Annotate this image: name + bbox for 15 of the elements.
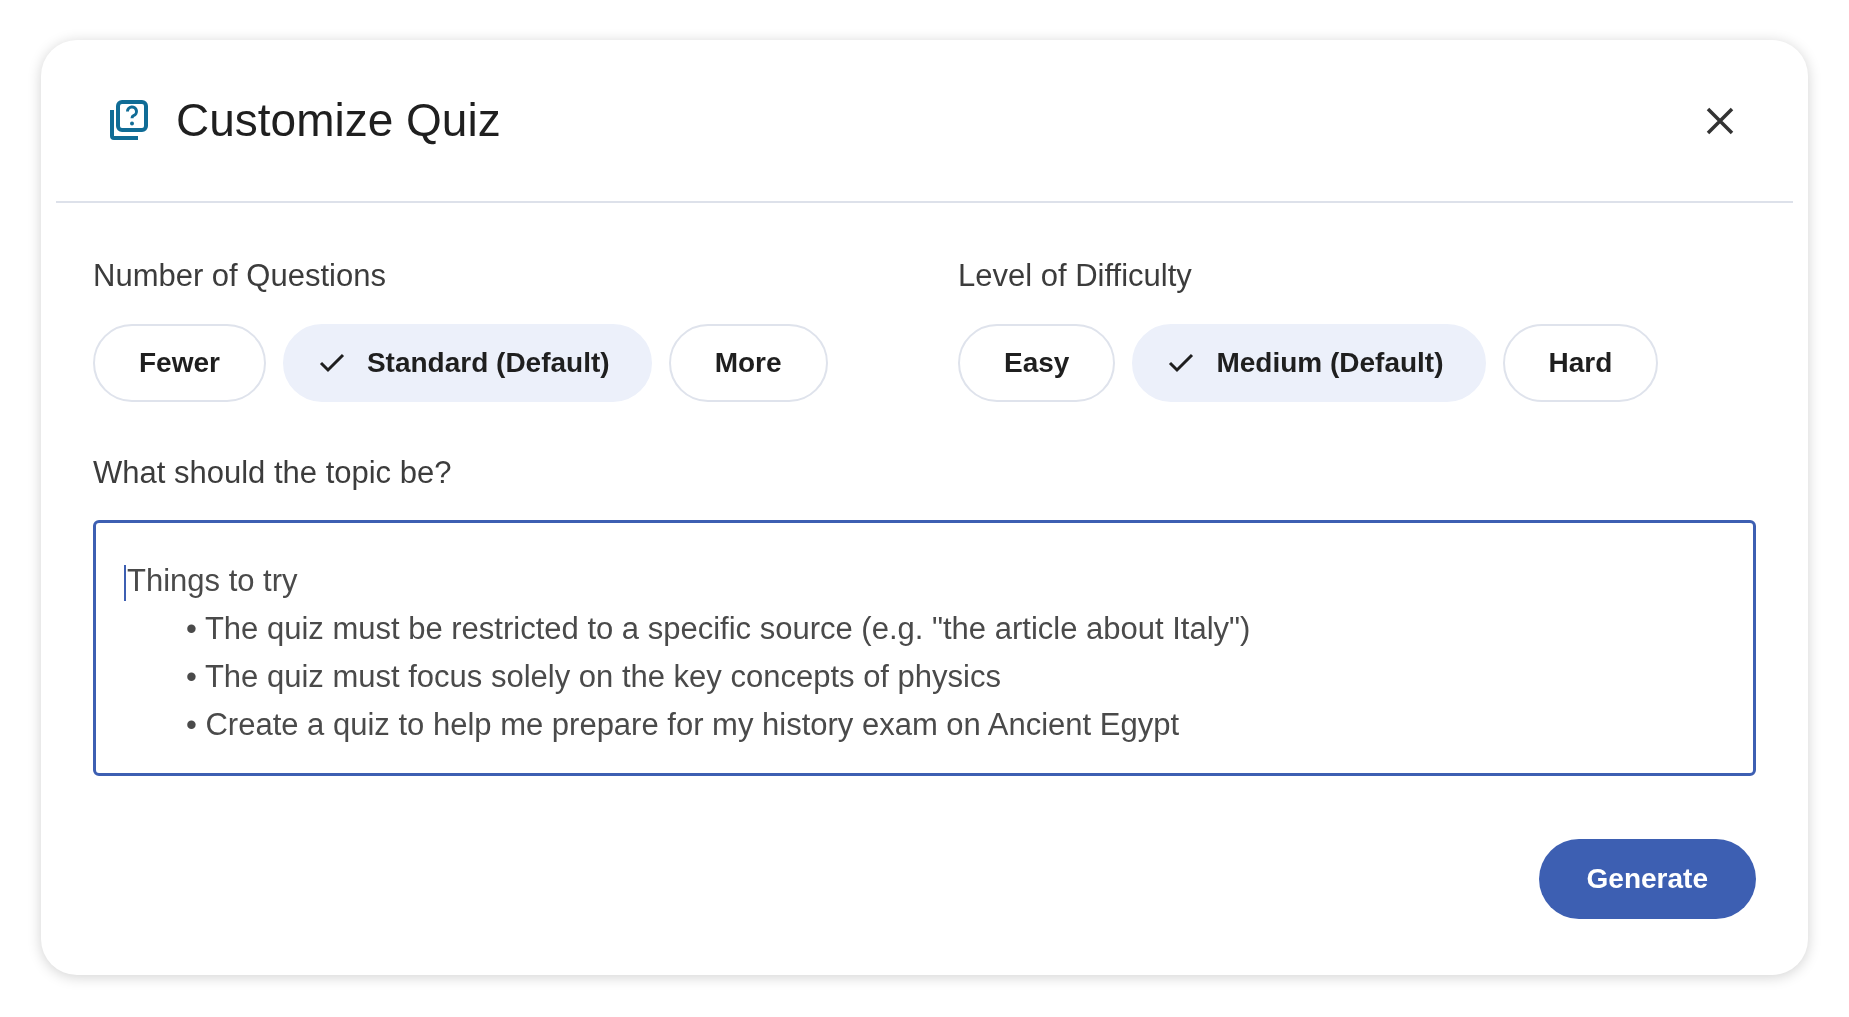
quiz-icon xyxy=(108,99,150,142)
dialog-title: Customize Quiz xyxy=(176,93,501,148)
section-label: Level of Difficulty xyxy=(958,257,1193,295)
option-chip[interactable]: Medium (Default) xyxy=(1132,323,1486,402)
option-chip[interactable]: More xyxy=(668,323,828,402)
option-chip[interactable]: Standard (Default) xyxy=(282,323,652,402)
check-icon xyxy=(318,352,345,373)
generate-button[interactable]: Generate xyxy=(1538,839,1756,919)
option-chip[interactable]: Easy xyxy=(958,323,1116,402)
section-label: Number of Questions xyxy=(93,257,387,295)
option-chip[interactable]: Fewer xyxy=(93,323,266,402)
option-chip[interactable]: Hard xyxy=(1502,323,1659,402)
check-icon xyxy=(1168,352,1195,373)
topic-field[interactable]: Things to try • The quiz must be restricted to a specific source (e.g. "the article about Italy") • The quiz must focus solely on the key concepts of physics • Create a quiz to help me prepare for my history exam on Ancient Egypt xyxy=(93,520,1756,776)
topic-label: What should the topic be? xyxy=(93,453,453,492)
